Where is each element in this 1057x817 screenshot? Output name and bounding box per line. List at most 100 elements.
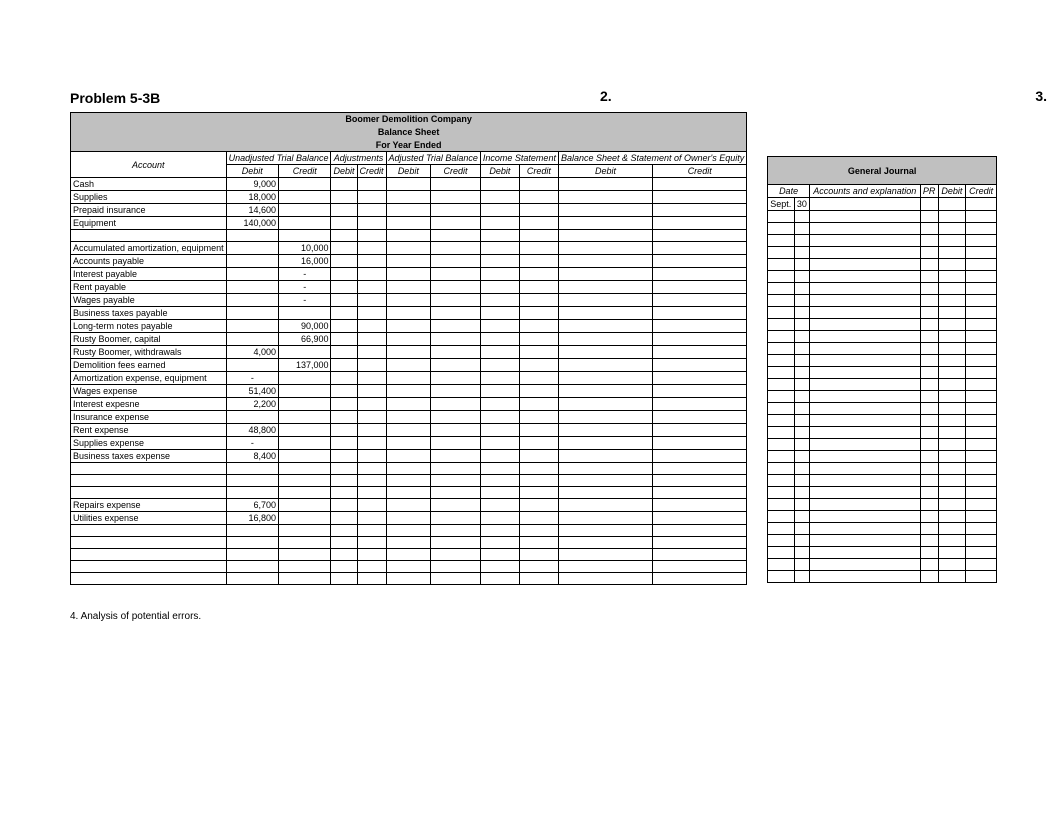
- empty-cell: [558, 499, 652, 512]
- empty-cell: [519, 475, 558, 487]
- journal-explanation-cell: [809, 439, 920, 451]
- journal-pr-cell: [920, 259, 938, 271]
- empty-cell: [480, 573, 519, 585]
- table-row: Prepaid insurance14,600: [71, 204, 747, 217]
- sub-header-debit: Debit: [226, 165, 278, 178]
- empty-cell: [331, 230, 357, 242]
- empty-cell: [331, 255, 357, 268]
- empty-cell: [386, 359, 431, 372]
- journal-date-day-cell: [794, 559, 809, 571]
- utb-credit-cell: [279, 537, 331, 549]
- table-row: Rent expense48,800: [71, 424, 747, 437]
- empty-cell: [558, 424, 652, 437]
- account-cell: [71, 537, 227, 549]
- empty-cell: [480, 561, 519, 573]
- empty-cell: [558, 561, 652, 573]
- empty-cell: [386, 487, 431, 499]
- table-row: Interest expesne2,200: [71, 398, 747, 411]
- empty-cell: [331, 204, 357, 217]
- journal-table: General Journal Date Accounts and explan…: [767, 156, 997, 583]
- table-row: [71, 561, 747, 573]
- empty-cell: [357, 255, 386, 268]
- journal-debit-cell: [938, 211, 966, 223]
- journal-date-month-cell: [768, 271, 794, 283]
- journal-debit-cell: [938, 535, 966, 547]
- empty-cell: [480, 178, 519, 191]
- empty-cell: [480, 475, 519, 487]
- empty-cell: [431, 398, 481, 411]
- empty-cell: [653, 333, 747, 346]
- utb-debit-cell: [226, 487, 278, 499]
- note-4: 4. Analysis of potential errors.: [70, 611, 997, 622]
- empty-cell: [653, 424, 747, 437]
- empty-cell: [357, 398, 386, 411]
- empty-cell: [558, 398, 652, 411]
- col-header-account: Account: [71, 152, 227, 178]
- account-cell: Prepaid insurance: [71, 204, 227, 217]
- empty-cell: [480, 217, 519, 230]
- empty-cell: [653, 549, 747, 561]
- empty-cell: [480, 320, 519, 333]
- journal-debit-cell: [938, 271, 966, 283]
- journal-credit-cell: [966, 475, 997, 487]
- empty-cell: [357, 512, 386, 525]
- empty-cell: [480, 398, 519, 411]
- empty-cell: [357, 178, 386, 191]
- journal-date-month-cell: [768, 499, 794, 511]
- col-header-bs: Balance Sheet & Statement of Owner's Equ…: [558, 152, 746, 165]
- utb-debit-cell: [226, 359, 278, 372]
- journal-pr-cell: [920, 511, 938, 523]
- empty-cell: [386, 204, 431, 217]
- utb-debit-cell: 14,600: [226, 204, 278, 217]
- empty-cell: [558, 191, 652, 204]
- col-header-atb: Adjusted Trial Balance: [386, 152, 480, 165]
- journal-explanation-cell: [809, 247, 920, 259]
- utb-debit-cell: [226, 307, 278, 320]
- journal-date-day-cell: [794, 271, 809, 283]
- journal-pr-cell: [920, 391, 938, 403]
- utb-credit-cell: [279, 437, 331, 450]
- empty-cell: [653, 525, 747, 537]
- journal-title: General Journal: [768, 157, 997, 185]
- journal-row: Sept.30: [768, 198, 997, 211]
- table-row: Business taxes expense8,400: [71, 450, 747, 463]
- journal-debit-cell: [938, 247, 966, 259]
- journal-date-month-cell: [768, 451, 794, 463]
- empty-cell: [519, 230, 558, 242]
- journal-explanation-cell: [809, 487, 920, 499]
- empty-cell: [357, 475, 386, 487]
- utb-credit-cell: [279, 178, 331, 191]
- journal-pr-cell: [920, 247, 938, 259]
- journal-row: [768, 331, 997, 343]
- empty-cell: [431, 437, 481, 450]
- empty-cell: [386, 372, 431, 385]
- journal-row: [768, 571, 997, 583]
- empty-cell: [331, 217, 357, 230]
- empty-cell: [558, 450, 652, 463]
- journal-debit-cell: [938, 415, 966, 427]
- account-cell: Cash: [71, 178, 227, 191]
- empty-cell: [357, 561, 386, 573]
- utb-debit-cell: -: [226, 437, 278, 450]
- empty-cell: [558, 573, 652, 585]
- journal-date-month-cell: [768, 235, 794, 247]
- utb-debit-cell: [226, 537, 278, 549]
- empty-cell: [653, 242, 747, 255]
- empty-cell: [357, 268, 386, 281]
- journal-row: [768, 523, 997, 535]
- journal-credit-cell: [966, 559, 997, 571]
- journal-row: [768, 343, 997, 355]
- journal-row: [768, 403, 997, 415]
- empty-cell: [331, 242, 357, 255]
- empty-cell: [653, 372, 747, 385]
- table-row: [71, 549, 747, 561]
- empty-cell: [558, 463, 652, 475]
- empty-cell: [653, 255, 747, 268]
- empty-cell: [386, 320, 431, 333]
- empty-cell: [386, 255, 431, 268]
- journal-row: [768, 319, 997, 331]
- table-row: [71, 573, 747, 585]
- empty-cell: [519, 359, 558, 372]
- empty-cell: [519, 437, 558, 450]
- journal-col-explanation: Accounts and explanation: [809, 185, 920, 198]
